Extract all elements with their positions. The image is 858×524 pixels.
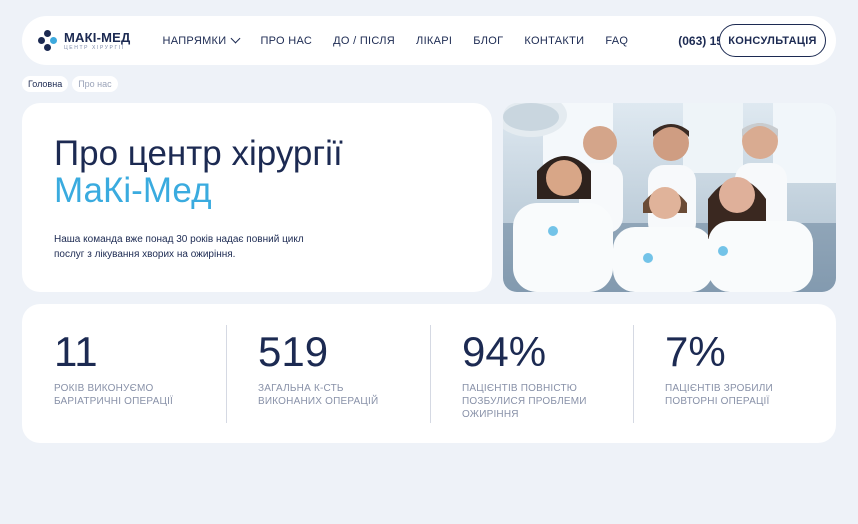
- logo-name: МАКІ-МЕД: [64, 29, 131, 45]
- page-title: Про центр хірургії МаКі-Мед: [54, 135, 343, 209]
- nav-item-doctors[interactable]: ЛІКАРІ: [416, 35, 452, 47]
- stats-card: 11 РОКІВ ВИКОНУЄМО БАРІАТРИЧНІ ОПЕРАЦІЇ …: [22, 304, 836, 443]
- nav-item-contacts[interactable]: КОНТАКТИ: [524, 35, 584, 47]
- stat-value: 519: [258, 328, 329, 375]
- team-photo: [503, 103, 836, 292]
- stat-value: 11: [54, 328, 98, 375]
- nav-item-before-after[interactable]: ДО / ПІСЛЯ: [333, 35, 395, 47]
- stat-value: 94%: [462, 328, 547, 375]
- nav-item-napriamky[interactable]: НАПРЯМКИ: [162, 33, 241, 47]
- main-nav: НАПРЯМКИ ПРО НАС ДО / ПІСЛЯ ЛІКАРІ БЛОГ …: [162, 33, 649, 47]
- stat-repeat: 7% ПАЦІЄНТІВ ЗРОБИЛИ ПОВТОРНІ ОПЕРАЦІЇ: [633, 304, 836, 443]
- nav-item-about[interactable]: ПРО НАС: [260, 35, 312, 47]
- stat-value: 7%: [665, 328, 726, 375]
- team-photo-illustration: [503, 103, 836, 292]
- page-title-line1: Про центр хірургії: [54, 134, 343, 173]
- stat-success: 94% ПАЦІЄНТІВ ПОВНІСТЮ ПОЗБУЛИСЯ ПРОБЛЕМ…: [430, 304, 634, 443]
- nav-item-label: НАПРЯМКИ: [162, 34, 227, 47]
- stat-label: ПАЦІЄНТІВ ПОВНІСТЮ ПОЗБУЛИСЯ ПРОБЛЕМИ ОЖ…: [462, 383, 587, 420]
- chevron-down-icon: [231, 33, 241, 44]
- stat-operations: 519 ЗАГАЛЬНА К-СТЬ ВИКОНАНИХ ОПЕРАЦІЙ: [226, 304, 430, 443]
- hero-description: Наша команда вже понад 30 років надає по…: [54, 234, 304, 260]
- logo-text: МАКІ-МЕД ЦЕНТР ХІРУРГІЇ: [64, 31, 130, 51]
- stat-label: ЗАГАЛЬНА К-СТЬ ВИКОНАНИХ ОПЕРАЦІЙ: [258, 383, 379, 407]
- stat-label: ПАЦІЄНТІВ ЗРОБИЛИ ПОВТОРНІ ОПЕРАЦІЇ: [665, 383, 773, 407]
- breadcrumb-home[interactable]: Головна: [22, 76, 69, 92]
- nav-item-faq[interactable]: FAQ: [605, 35, 628, 47]
- consultation-button[interactable]: КОНСУЛЬТАЦІЯ: [719, 24, 826, 57]
- stat-years: 11 РОКІВ ВИКОНУЄМО БАРІАТРИЧНІ ОПЕРАЦІЇ: [22, 304, 226, 443]
- logo-icon: [38, 29, 58, 52]
- logo-subtitle: ЦЕНТР ХІРУРГІЇ: [64, 44, 125, 51]
- breadcrumb: Головна Про нас: [22, 76, 118, 92]
- logo[interactable]: МАКІ-МЕД ЦЕНТР ХІРУРГІЇ: [38, 29, 130, 52]
- nav-item-blog[interactable]: БЛОГ: [473, 35, 503, 47]
- page-title-brand: МаКі-Мед: [54, 171, 212, 210]
- stat-label: РОКІВ ВИКОНУЄМО БАРІАТРИЧНІ ОПЕРАЦІЇ: [54, 383, 174, 407]
- breadcrumb-current: Про нас: [72, 76, 118, 92]
- site-header: МАКІ-МЕД ЦЕНТР ХІРУРГІЇ НАПРЯМКИ ПРО НАС…: [22, 16, 836, 65]
- hero-card: Про центр хірургії МаКі-Мед Наша команда…: [22, 103, 492, 292]
